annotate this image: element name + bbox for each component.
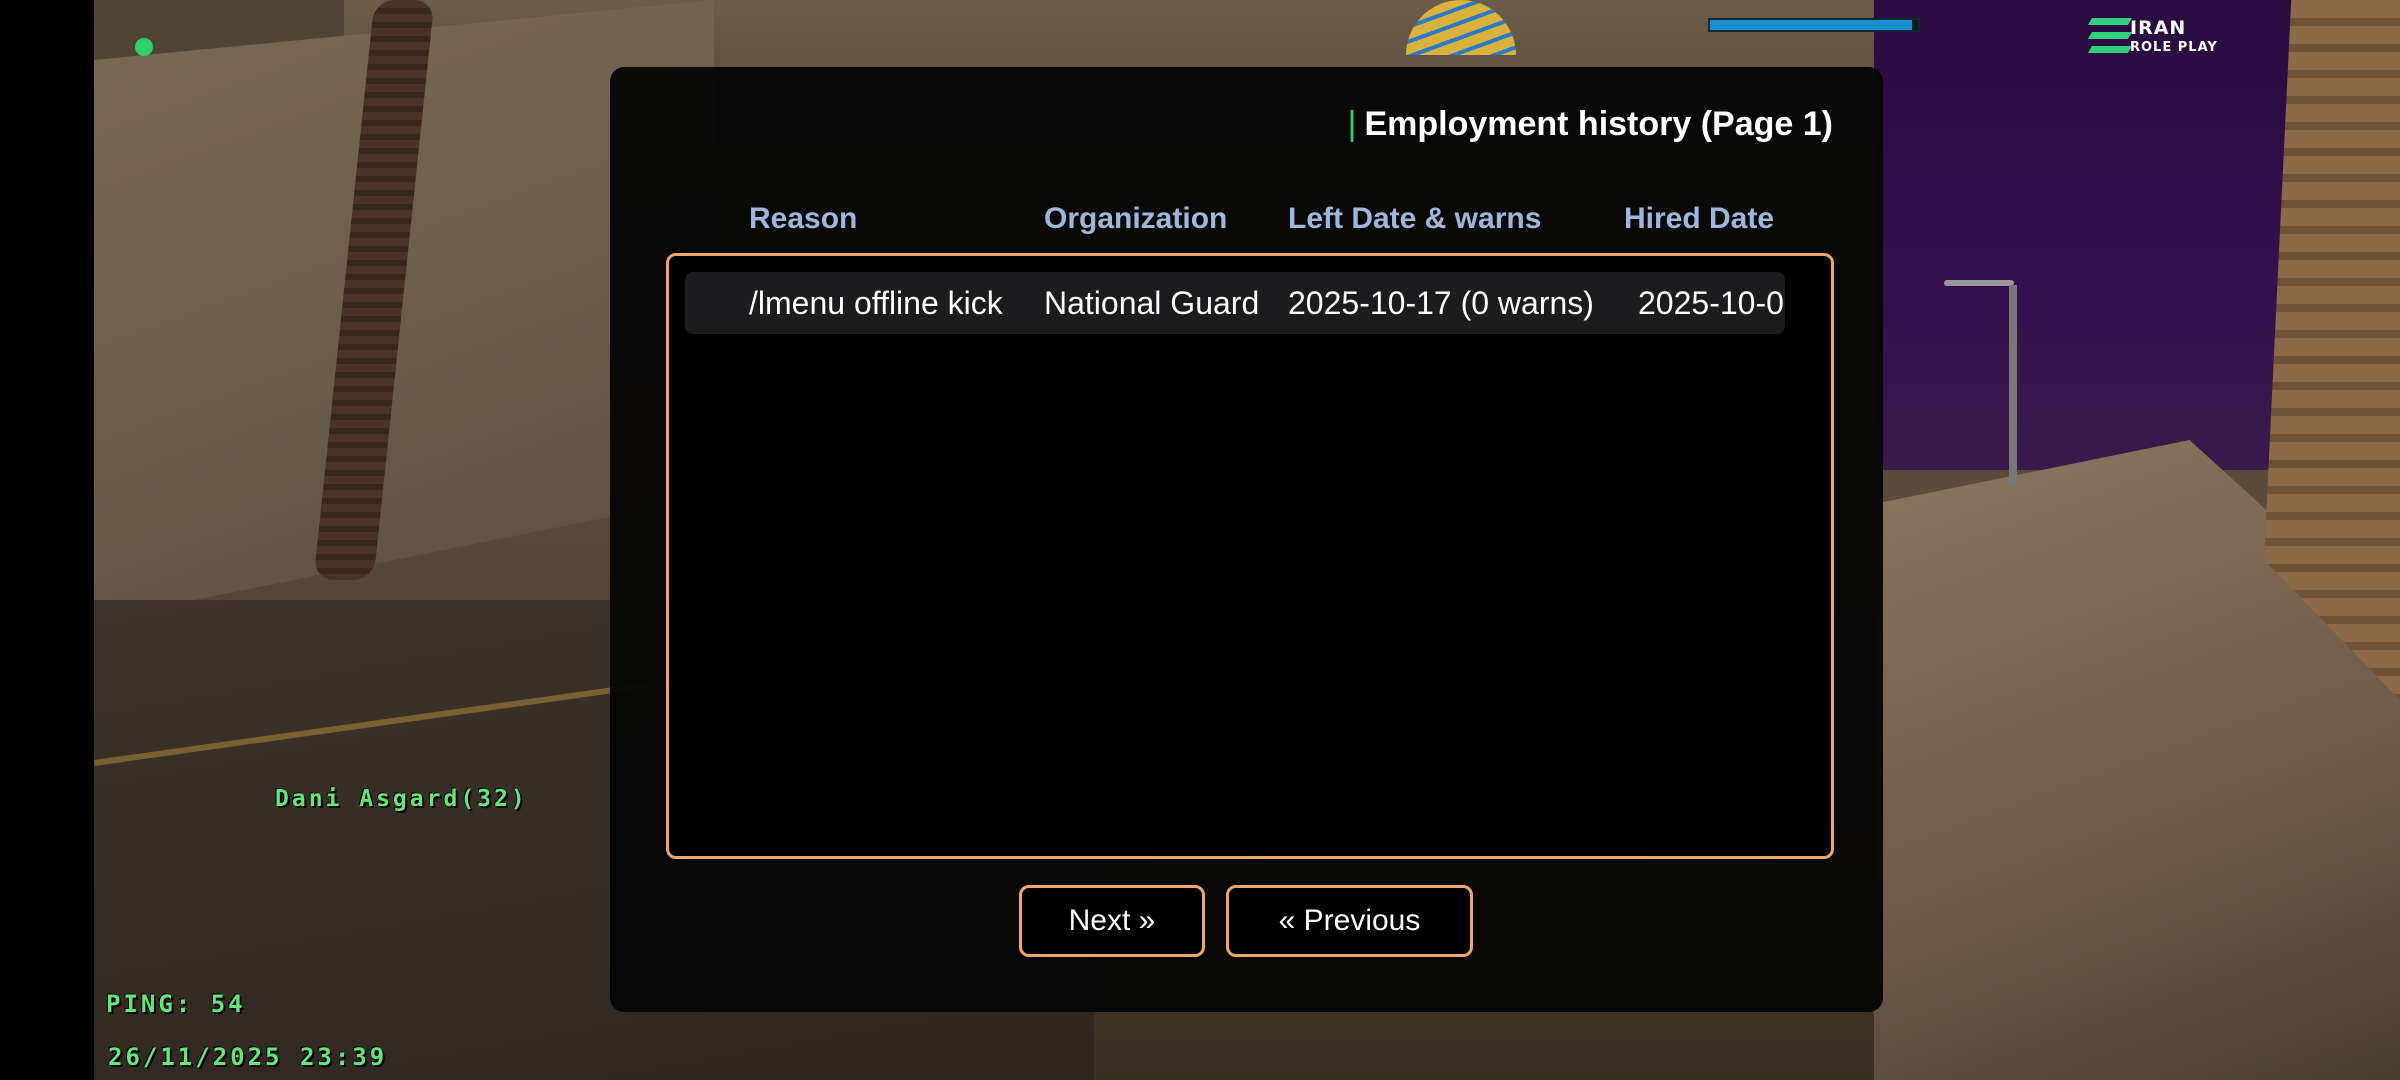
logo-brand-text: IRAN [2130,17,2187,39]
history-list[interactable]: /lmenu offline kick National Guard 2025-… [666,253,1834,859]
cell-hired-date: 2025-10-0 [1638,285,1784,321]
cell-left-date: 2025-10-17 (0 warns) [1288,285,1594,321]
street-lamp-arm [1944,280,2014,286]
column-header-hired-date: Hired Date [1624,202,1775,235]
player-name-tag: Dani Asgard(32) [275,786,528,812]
list-item[interactable]: /lmenu offline kick National Guard 2025-… [685,272,1785,334]
game-screen: IRAN ROLE PLAY Dani Asgard(32) PING: 54 … [0,0,2400,1080]
dialog-title: | Employment history (Page 1) [1348,105,1833,144]
street-lamp-pole [2009,285,2017,485]
cell-reason: /lmenu offline kick [749,285,1003,321]
column-header-reason: Reason [749,202,858,235]
health-bar [1708,18,1920,32]
employment-history-dialog: | Employment history (Page 1) Reason Orga… [610,67,1883,1012]
iran-roleplay-logo: IRAN ROLE PLAY [2087,14,2220,60]
title-accent-bar: | [1347,105,1357,143]
previous-page-button[interactable]: « Previous [1226,885,1473,957]
column-header-left-date: Left Date & warns [1288,202,1542,235]
date-time-readout: 26/11/2025 23:39 [108,1043,388,1071]
ping-readout: PING: 54 [106,990,246,1018]
column-header-organization: Organization [1044,202,1228,235]
dialog-title-text: Employment history (Page 1) [1364,105,1833,143]
next-page-button[interactable]: Next » [1019,885,1205,957]
status-dot-icon [135,38,153,56]
health-bar-fill [1710,20,1912,30]
cell-organization: National Guard [1044,285,1260,321]
logo-sub-text: ROLE PLAY [2130,40,2218,55]
logo-stripes-icon [2087,16,2133,58]
